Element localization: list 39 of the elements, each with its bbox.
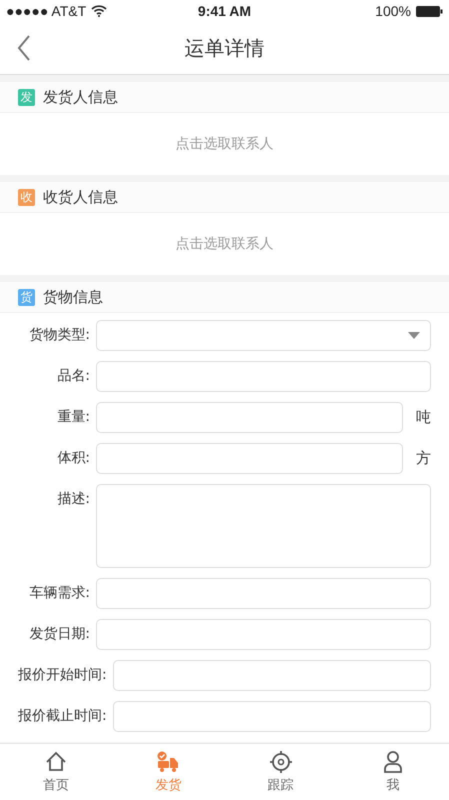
input-field[interactable] bbox=[96, 443, 403, 474]
field-label: 描述: bbox=[56, 490, 90, 509]
input-field[interactable] bbox=[96, 578, 431, 609]
field-label: 发货日期: bbox=[28, 625, 90, 644]
section-title: 货物信息 bbox=[43, 288, 103, 306]
input-field[interactable] bbox=[96, 402, 403, 433]
field-label: 品名: bbox=[56, 367, 90, 386]
description-field[interactable] bbox=[96, 484, 431, 568]
home-icon bbox=[44, 750, 68, 774]
section-title: 发货人信息 bbox=[43, 88, 118, 106]
unit-label: 吨 bbox=[415, 407, 431, 428]
battery-label: 100% bbox=[375, 3, 411, 19]
input-field[interactable] bbox=[112, 660, 431, 691]
truck-icon bbox=[156, 750, 180, 774]
input-field[interactable] bbox=[96, 361, 431, 392]
section-title: 收货人信息 bbox=[43, 188, 118, 206]
field-label: 报价开始时间: bbox=[18, 666, 107, 685]
unit-label: 方 bbox=[415, 448, 431, 469]
dropdown-caret-icon bbox=[408, 332, 420, 339]
tab-item[interactable]: 我 bbox=[336, 744, 449, 800]
crosshair-icon bbox=[268, 750, 293, 774]
field-label: 体积: bbox=[56, 449, 90, 468]
input-field[interactable] bbox=[96, 619, 431, 650]
section-badge: 货 bbox=[18, 288, 35, 306]
tab-item[interactable]: 跟踪 bbox=[224, 744, 337, 800]
select-field[interactable] bbox=[96, 320, 431, 351]
tab-item[interactable]: 首页 bbox=[0, 744, 112, 800]
page-title: 运单详情 bbox=[184, 34, 264, 62]
field-label: 货物类型: bbox=[28, 326, 90, 345]
section-badge: 发 bbox=[18, 88, 35, 106]
field-label: 车辆需求: bbox=[28, 584, 90, 603]
carrier-label: ●●●●● AT&T bbox=[6, 3, 86, 19]
input-field[interactable] bbox=[112, 701, 431, 732]
status-time: 9:41 AM bbox=[198, 3, 252, 19]
battery-icon bbox=[416, 6, 443, 16]
section-badge: 收 bbox=[18, 188, 35, 206]
field-label: 重量: bbox=[56, 408, 90, 427]
field-label: 报价截止时间: bbox=[18, 707, 107, 726]
wifi-icon bbox=[91, 5, 108, 17]
